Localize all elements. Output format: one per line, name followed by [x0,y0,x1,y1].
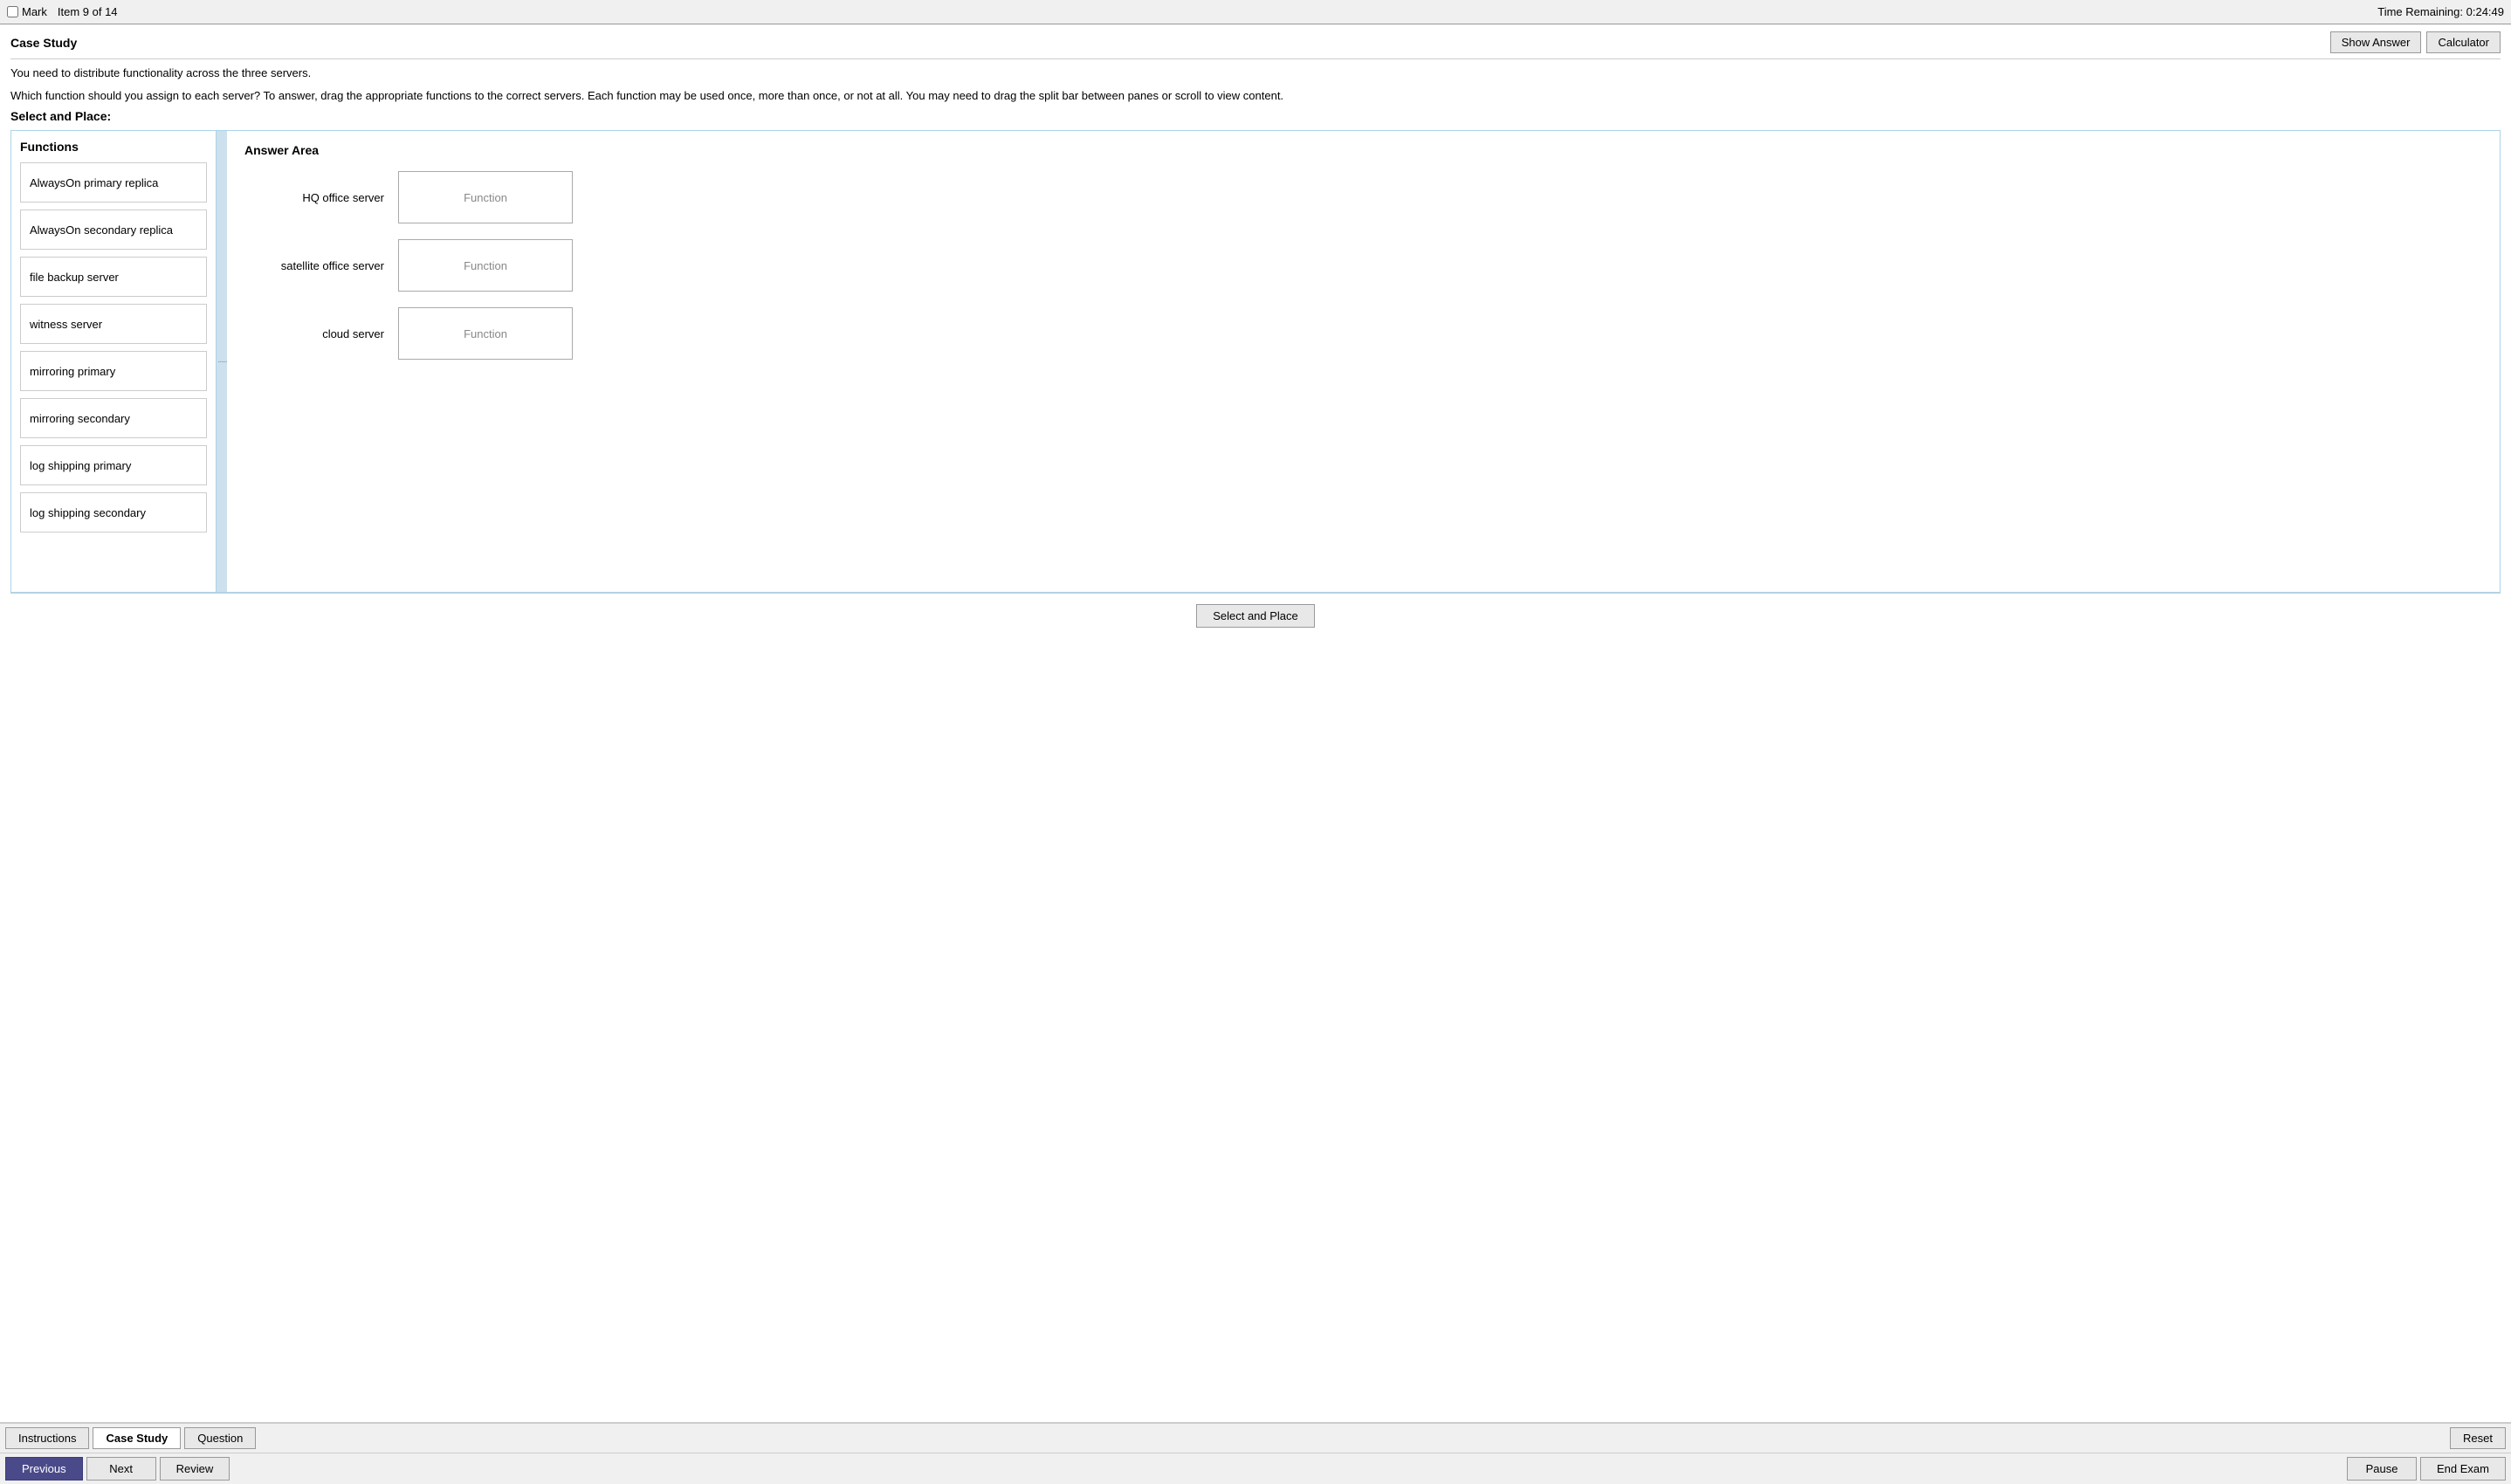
function-item-4[interactable]: mirroring primary [20,351,207,391]
nav-tabs: Instructions Case Study Question Reset [0,1424,2511,1453]
function-item-7[interactable]: log shipping secondary [20,492,207,532]
case-study-title: Case Study [10,36,77,50]
function-item-1[interactable]: AlwaysOn secondary replica [20,210,207,250]
nav-actions-right: Pause End Exam [2347,1457,2506,1481]
divider-dots: · · · · · [217,357,226,367]
end-exam-button[interactable]: End Exam [2420,1457,2506,1481]
tab-question[interactable]: Question [184,1427,256,1449]
answer-panel: Answer Area HQ office server Function sa… [227,131,2500,592]
server-label-0: HQ office server [244,191,384,204]
answer-row-1: satellite office server Function [244,239,2482,292]
functions-panel: Functions AlwaysOn primary replica Alway… [11,131,217,592]
tab-case-study[interactable]: Case Study [93,1427,181,1449]
mark-label: Mark [22,5,47,18]
function-item-0[interactable]: AlwaysOn primary replica [20,162,207,203]
top-bar: Mark Item 9 of 14 Time Remaining: 0:24:4… [0,0,2511,24]
item-info: Item 9 of 14 [58,5,118,18]
case-study-header: Case Study Show Answer Calculator [10,31,2501,59]
select-and-place-label: Select and Place: [10,109,2501,123]
answer-area-title: Answer Area [244,143,2482,157]
question-line2: Which function should you assign to each… [10,87,2501,105]
function-item-3[interactable]: witness server [20,304,207,344]
content-area: Case Study Show Answer Calculator You ne… [0,24,2511,1423]
next-button[interactable]: Next [86,1457,156,1481]
divider-handle[interactable]: · · · · · [217,131,227,592]
answer-row-0: HQ office server Function [244,171,2482,223]
header-buttons: Show Answer Calculator [2330,31,2501,53]
nav-bottom: Instructions Case Study Question Reset P… [0,1423,2511,1484]
review-button[interactable]: Review [160,1457,230,1481]
reset-button[interactable]: Reset [2450,1427,2506,1449]
drop-zone-0[interactable]: Function [398,171,573,223]
show-answer-button[interactable]: Show Answer [2330,31,2422,53]
function-item-5[interactable]: mirroring secondary [20,398,207,438]
calculator-button[interactable]: Calculator [2426,31,2501,53]
pause-button[interactable]: Pause [2347,1457,2417,1481]
mark-checkbox[interactable]: Mark [7,5,47,18]
function-item-2[interactable]: file backup server [20,257,207,297]
server-label-1: satellite office server [244,259,384,272]
nav-tabs-left: Instructions Case Study Question [5,1427,256,1449]
server-label-2: cloud server [244,327,384,340]
nav-actions-left: Previous Next Review [5,1457,230,1481]
answer-row-2: cloud server Function [244,307,2482,360]
select-place-bottom: Select and Place [10,593,2501,638]
question-line1: You need to distribute functionality acr… [10,65,2501,82]
mark-input[interactable] [7,6,18,17]
nav-actions: Previous Next Review Pause End Exam [0,1453,2511,1484]
time-remaining: Time Remaining: 0:24:49 [2377,5,2504,18]
function-item-6[interactable]: log shipping primary [20,445,207,485]
tab-instructions[interactable]: Instructions [5,1427,89,1449]
drop-zone-1[interactable]: Function [398,239,573,292]
select-and-place-button[interactable]: Select and Place [1196,604,1315,628]
drag-container: Functions AlwaysOn primary replica Alway… [10,130,2501,593]
functions-panel-title: Functions [20,140,207,154]
drop-zone-2[interactable]: Function [398,307,573,360]
top-bar-left: Mark Item 9 of 14 [7,5,118,18]
previous-button[interactable]: Previous [5,1457,83,1481]
